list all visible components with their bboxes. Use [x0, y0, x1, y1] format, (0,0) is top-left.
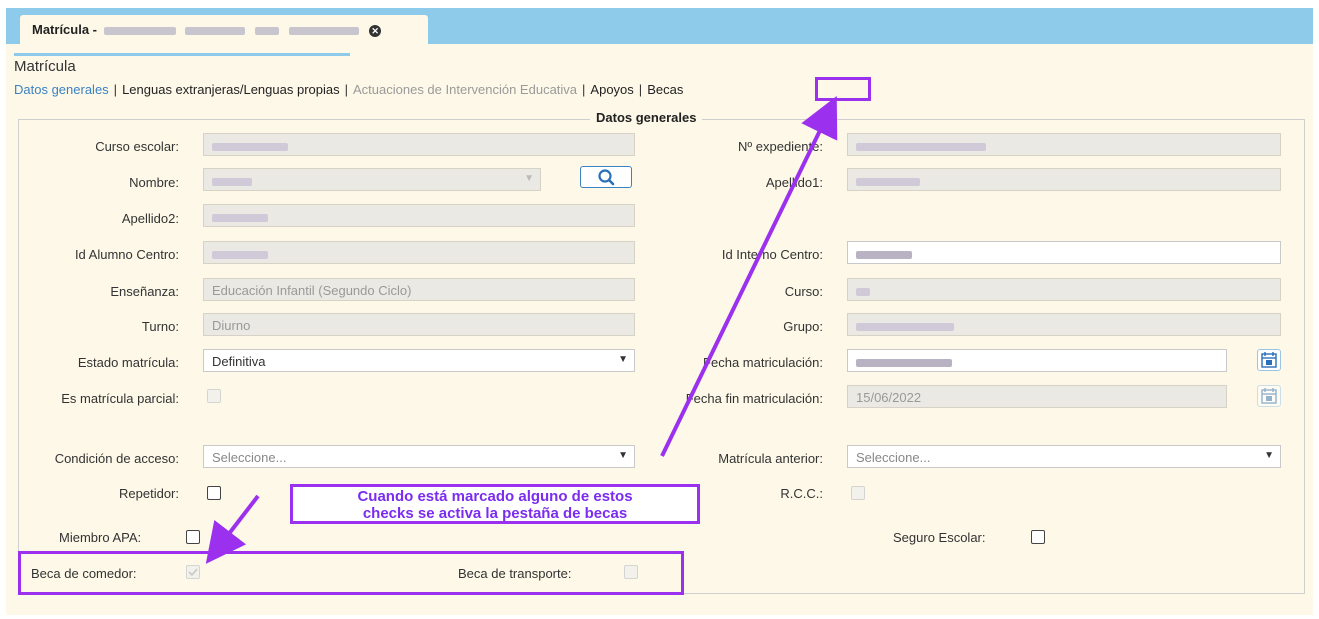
- annotation-arrows: [205, 96, 838, 564]
- arrow-to-becas-checks: [205, 494, 260, 564]
- arrow-to-becas-tab: [660, 96, 838, 457]
